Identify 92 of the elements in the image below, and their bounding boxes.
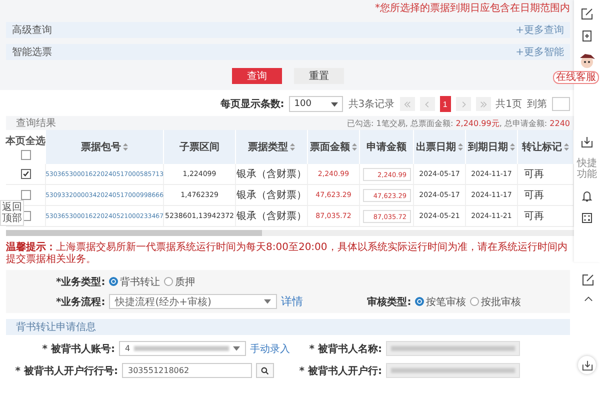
query-section-bar[interactable]: 高级查询 +更多查询 <box>6 22 570 38</box>
sort-icon[interactable] <box>510 143 515 151</box>
sort-icon[interactable] <box>290 143 295 151</box>
sort-icon[interactable] <box>458 143 463 151</box>
sort-icon[interactable] <box>564 143 569 151</box>
column-header[interactable]: 出票日期 <box>414 130 466 164</box>
section-label: 智能选票 <box>12 46 52 59</box>
process-select[interactable]: 快捷流程(经办+审核) <box>109 294 278 309</box>
record-count: 共3条记录 <box>348 98 395 111</box>
column-header[interactable]: 到期日期 <box>466 130 518 164</box>
download-button[interactable] <box>578 356 596 374</box>
column-header[interactable]: 票据类型 <box>236 130 308 164</box>
column-title: 出票日期 <box>416 140 456 154</box>
select-all-checkbox[interactable] <box>20 150 30 160</box>
select-all-label: 本页全选 <box>6 134 46 148</box>
radio-option[interactable]: 背书转让 <box>109 274 160 288</box>
radio-button[interactable] <box>164 277 174 286</box>
page-count: 共1页 <box>496 98 522 111</box>
caret-icon <box>331 102 338 106</box>
search-icon <box>261 366 269 374</box>
search-button[interactable] <box>256 363 274 378</box>
notice-text: *您所选择的票据到期日应包含在日期范围内 <box>375 2 570 15</box>
column-header[interactable]: 票据包号 <box>46 130 164 164</box>
field-label: *业务类型: <box>56 276 106 288</box>
field-label: * 被背书人开户行: <box>298 364 382 378</box>
last-page-button[interactable] <box>476 97 491 111</box>
first-page-button[interactable] <box>400 97 415 111</box>
bell-icon[interactable] <box>581 190 593 202</box>
edit-icon[interactable] <box>582 274 594 286</box>
download-icon <box>582 360 592 370</box>
next-page-button[interactable] <box>456 97 471 111</box>
goto-page-field[interactable] <box>552 97 570 111</box>
page-size-select[interactable]: 100 <box>289 96 344 112</box>
chevron-left-icon <box>424 100 431 108</box>
quick-functions-label[interactable]: 快捷功能 <box>577 158 597 180</box>
page-size-label: 每页显示条数: <box>220 98 284 111</box>
column-title: 转让标记 <box>522 140 562 154</box>
caret-icon <box>264 299 272 304</box>
manual-entry-link[interactable]: 手动录入 <box>250 342 290 356</box>
field-label: *业务流程: <box>56 295 106 308</box>
radio-option[interactable]: 质押 <box>164 274 196 288</box>
row-checkbox[interactable] <box>20 190 30 200</box>
chevron-up-icon[interactable] <box>584 296 592 302</box>
edit-icon[interactable] <box>581 8 593 20</box>
back-to-top-button[interactable]: 返回顶部 <box>0 200 24 226</box>
radio-button[interactable] <box>415 297 424 306</box>
online-service-label[interactable]: 在线客服 <box>553 71 599 84</box>
field-label: 审核类型: <box>367 295 412 308</box>
column-title: 申请金额 <box>366 140 406 154</box>
details-link[interactable]: 详情 <box>281 294 304 309</box>
column-header[interactable]: 子票区间 <box>164 130 236 164</box>
column-title: 子票区间 <box>180 140 220 154</box>
warning-text: 温馨提示：上海票据交易所新一代票据系统运行时间为每天8:00至20:00，具体以系统实际运行时间为准，请在系统运行时间内提交票据相关业务。 <box>6 242 568 266</box>
radio-button[interactable] <box>109 277 118 286</box>
column-title: 到期日期 <box>468 140 508 154</box>
radio-button[interactable] <box>470 297 480 306</box>
results-title: 查询结果 <box>16 116 56 130</box>
sort-icon[interactable] <box>123 143 128 151</box>
double-left-icon <box>404 100 411 108</box>
column-title: 票据包号 <box>81 140 121 154</box>
prev-page-button[interactable] <box>420 97 435 111</box>
sort-icon[interactable] <box>352 143 357 151</box>
column-header[interactable]: 票面金额 <box>308 130 360 164</box>
calculator-icon[interactable] <box>581 212 593 224</box>
selection-summary: 已勾选: 1笔交易, 总票面金额: 2,240.99元, 总申请金额: 2240 <box>347 118 570 128</box>
radio-option[interactable]: 按批审核 <box>470 294 522 308</box>
page-number[interactable]: 1 <box>440 96 451 112</box>
account-select[interactable]: 4 <box>119 341 246 356</box>
chevron-right-icon <box>460 100 467 108</box>
query-button[interactable]: 查询 <box>232 68 282 84</box>
row-checkbox[interactable] <box>20 169 30 179</box>
bank-code-field[interactable]: 303551218062 <box>122 363 252 378</box>
table-cell: 银承（含财票） <box>236 164 308 184</box>
field-label: * 被背书人名称: <box>308 342 382 356</box>
query-section-bar[interactable]: 智能选票 +更多智能 <box>6 44 570 60</box>
document-icon[interactable] <box>581 30 593 42</box>
reset-button[interactable]: 重置 <box>294 68 344 84</box>
section-title: 背书转让申请信息 <box>16 320 96 334</box>
column-title: 票面金额 <box>310 140 350 154</box>
field-label: * 被背书人账号: <box>41 342 115 356</box>
goto-label: 到第 <box>527 98 547 111</box>
section-label: 高级查询 <box>12 24 52 37</box>
field-label: * 被背书人开户行行号: <box>14 364 118 378</box>
table-cell: 银承（含财票） <box>236 185 308 205</box>
radio-option[interactable]: 按笔审核 <box>415 294 466 308</box>
table-cell: 银承（含财票） <box>236 206 308 226</box>
caret-icon <box>233 346 240 351</box>
horizontal-scrollbar[interactable] <box>6 230 574 236</box>
column-title: 票据类型 <box>248 140 288 154</box>
double-right-icon <box>480 100 487 108</box>
download-icon[interactable] <box>581 136 593 148</box>
column-header[interactable]: 申请金额 <box>360 130 414 164</box>
